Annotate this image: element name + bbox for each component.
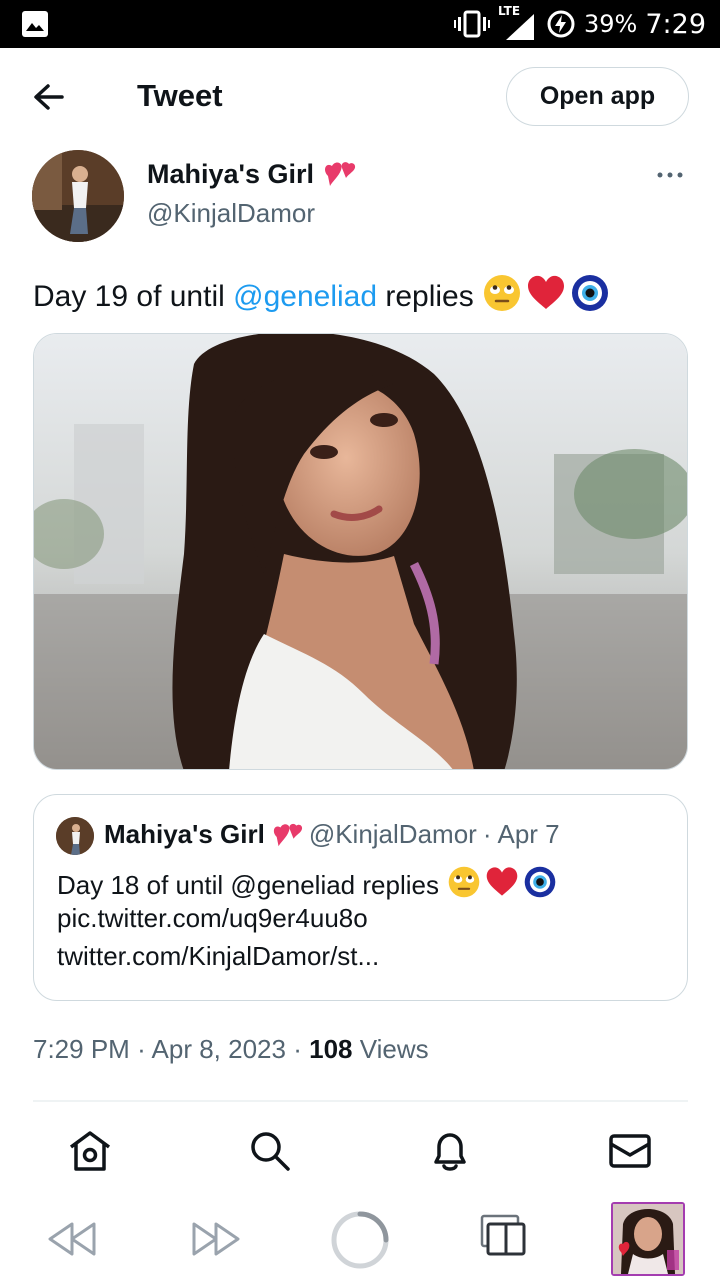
rolling-eyes-icon [482,273,522,321]
nav-messages-button[interactable] [607,1128,653,1174]
author-handle[interactable]: @KinjalDamor [147,198,315,229]
author-name-text: Mahiya's Girl [147,158,314,189]
bottom-nav [0,1110,720,1190]
battery-charging-icon [547,10,575,38]
nav-home-button[interactable] [67,1128,113,1174]
more-icon [657,172,683,178]
red-heart-icon [485,865,519,906]
tweet-media-photo[interactable] [33,333,688,770]
back-button[interactable] [30,80,70,114]
status-time: 7:29 [645,8,706,40]
nazar-amulet-icon [570,273,610,321]
profile-thumbnail[interactable] [611,1202,685,1276]
meta-separator: · [137,1034,146,1064]
quoted-text: Day 18 of until @geneliad replies [57,870,439,900]
quoted-avatar [56,817,94,855]
tweet-text: Day 19 of until @geneliad replies [33,273,610,321]
two-hearts-icon [325,162,356,186]
browser-tabs-button[interactable] [480,1214,528,1263]
quoted-author-name: Mahiya's Girl [104,819,265,849]
status-bar: LTE 39% 7:29 [0,0,720,48]
tweet-text-suffix: replies [377,280,474,313]
quoted-tweet[interactable]: Mahiya's Girl @KinjalDamor · Apr 7 Day 1… [33,794,688,1001]
rolling-eyes-icon [447,865,481,906]
home-icon [69,1131,111,1171]
nav-notifications-button[interactable] [427,1128,473,1174]
gallery-notification-icon [22,11,48,37]
author-name[interactable]: Mahiya's Girl [147,158,356,190]
battery-percent: 39% [584,10,638,38]
nazar-amulet-icon [523,865,557,906]
rewind-icon [48,1222,96,1256]
mention-link[interactable]: @geneliad [233,280,377,314]
header: Tweet Open app [0,48,720,148]
quoted-author-handle: @KinjalDamor [308,819,477,849]
views-count: 108 [309,1034,353,1064]
quoted-separator: · [482,819,492,849]
quoted-text-line: Day 18 of until @geneliad replies [57,865,557,906]
photo-image [34,334,687,769]
meta-separator: · [293,1034,302,1064]
quoted-header: Mahiya's Girl @KinjalDamor · Apr 7 [104,819,560,850]
arrow-left-icon [34,84,64,110]
page-title: Tweet [137,78,223,113]
two-hearts-icon [273,823,302,846]
tabs-icon [480,1214,526,1256]
quoted-date: Apr 7 [497,819,560,849]
quoted-pic-link: pic.twitter.com/uq9er4uu8o [57,903,368,933]
quoted-url-link: twitter.com/KinjalDamor/st... [57,941,380,971]
more-options-button[interactable] [652,162,688,188]
loading-spinner-icon [331,1211,389,1269]
browser-reload-button[interactable] [330,1210,390,1275]
nav-search-button[interactable] [247,1128,293,1174]
vibrate-icon [454,10,491,38]
search-icon [251,1132,290,1171]
views-label: Views [352,1034,429,1064]
tweet-meta: 7:29 PM · Apr 8, 2023 · 108 Views [33,1034,429,1065]
browser-back-button[interactable] [46,1220,98,1263]
open-app-button[interactable]: Open app [506,67,689,126]
signal-icon: LTE [498,4,538,42]
tweet-time: 7:29 PM [33,1034,130,1064]
red-heart-icon [526,273,566,321]
envelope-icon [609,1134,651,1168]
browser-forward-button[interactable] [190,1220,242,1263]
avatar[interactable] [32,150,124,242]
browser-toolbar [0,1192,720,1280]
fast-forward-icon [192,1222,240,1256]
tweet-text-prefix: Day 19 of until [33,280,234,313]
bell-icon [434,1133,466,1171]
tweet-date: Apr 8, 2023 [151,1034,286,1064]
divider [33,1100,688,1102]
